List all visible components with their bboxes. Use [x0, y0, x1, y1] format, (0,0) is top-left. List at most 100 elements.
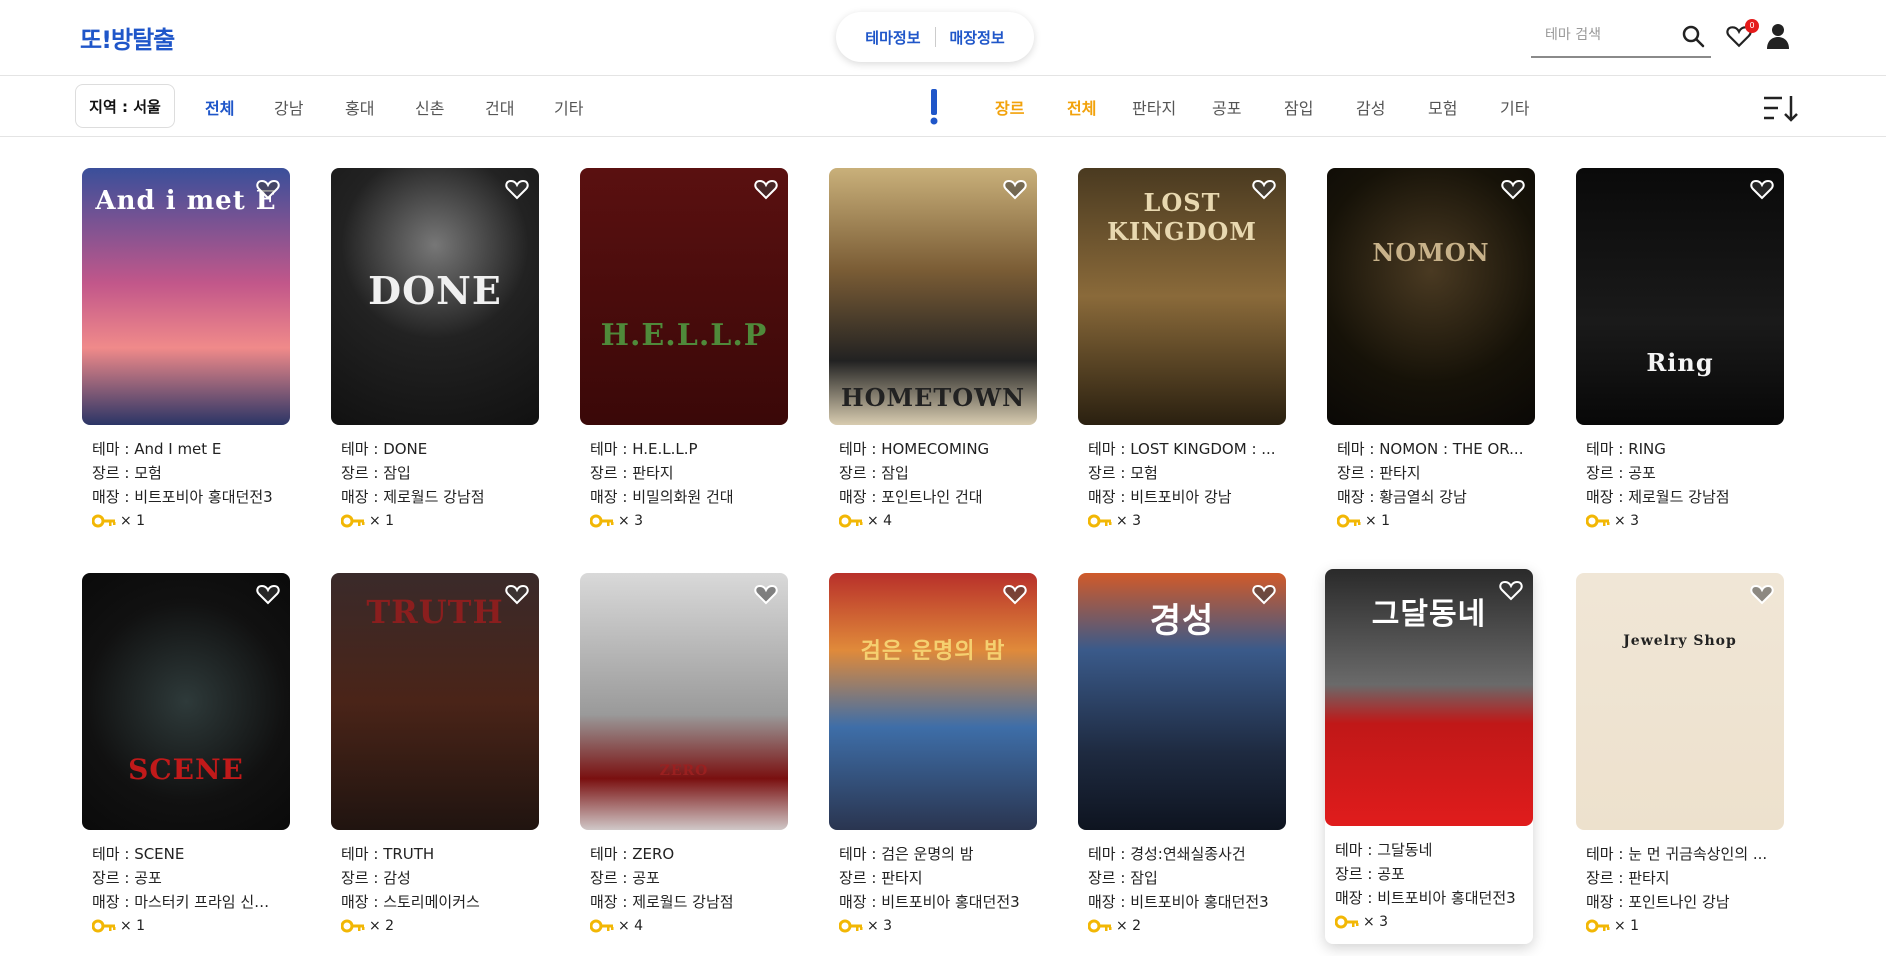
- like-heart-icon[interactable]: [754, 178, 778, 200]
- theme-store: 매장 : 제로월드 강남점: [1586, 488, 1730, 506]
- theme-name[interactable]: 테마 : 경성:연쇄실종사건: [1088, 842, 1276, 866]
- theme-poster[interactable]: DONE: [331, 168, 539, 425]
- theme-card[interactable]: TRUTH 테마 : TRUTH 장르 : 감성 매장 : 스토리메이커스 × …: [331, 573, 539, 938]
- genre-tab-horror[interactable]: 공포: [1212, 95, 1241, 119]
- theme-poster[interactable]: 경성: [1078, 573, 1286, 830]
- theme-card[interactable]: ZERO 테마 : ZERO 장르 : 공포 매장 : 제로월드 강남점 × 4: [580, 573, 788, 938]
- genre-label: 장르: [995, 99, 1025, 118]
- like-heart-icon[interactable]: [1252, 178, 1276, 200]
- top-header: 또!방탈출 테마정보 매장정보 0: [0, 0, 1886, 76]
- like-heart-icon[interactable]: [505, 583, 529, 605]
- site-logo[interactable]: 또!방탈출: [80, 20, 175, 55]
- region-tab-kondae[interactable]: 건대: [485, 95, 514, 119]
- theme-poster[interactable]: Jewelry Shop: [1576, 573, 1784, 830]
- theme-poster[interactable]: NOMON: [1327, 168, 1535, 425]
- theme-card[interactable]: 검은 운명의 밤 테마 : 검은 운명의 밤 장르 : 판타지 매장 : 비트포…: [829, 573, 1037, 938]
- region-tab-etc[interactable]: 기타: [554, 95, 583, 119]
- theme-poster[interactable]: And i met E: [82, 168, 290, 425]
- theme-poster[interactable]: 그달동네: [1325, 569, 1533, 826]
- like-heart-icon[interactable]: [754, 583, 778, 605]
- theme-name[interactable]: 테마 : NOMON : THE OR...: [1337, 437, 1525, 461]
- search-icon[interactable]: [1681, 24, 1705, 48]
- theme-card[interactable]: 그달동네 테마 : 그달동네 장르 : 공포 매장 : 비트포비아 홍대던전3 …: [1325, 569, 1533, 944]
- difficulty-count: × 4: [618, 918, 644, 934]
- theme-poster[interactable]: H.E.L.L.P: [580, 168, 788, 425]
- theme-poster[interactable]: Ring: [1576, 168, 1784, 425]
- like-heart-icon[interactable]: [505, 178, 529, 200]
- poster-title-text: Jewelry Shop: [1623, 633, 1737, 649]
- genre-tab-infiltration[interactable]: 잠입: [1284, 95, 1313, 119]
- like-heart-icon[interactable]: [1252, 583, 1276, 605]
- theme-poster[interactable]: ZERO: [580, 573, 788, 830]
- theme-poster[interactable]: TRUTH: [331, 573, 539, 830]
- theme-info: 테마 : SCENE 장르 : 공포 매장 : 마스터키 프라임 신촌... ×…: [82, 830, 290, 938]
- search-input[interactable]: [1531, 18, 1671, 52]
- like-heart-icon[interactable]: [1750, 583, 1774, 605]
- search-box: [1531, 18, 1711, 58]
- theme-name[interactable]: 테마 : And I met E: [92, 437, 280, 461]
- theme-info: 테마 : LOST KINGDOM : ... 장르 : 모험 매장 : 비트포…: [1078, 425, 1286, 533]
- key-icon: [341, 919, 365, 933]
- theme-name[interactable]: 테마 : RING: [1586, 437, 1774, 461]
- nav-theme-info[interactable]: 테마정보: [851, 27, 934, 48]
- like-heart-icon[interactable]: [1003, 178, 1027, 200]
- genre-tab-adventure[interactable]: 모험: [1428, 95, 1457, 119]
- region-tab-hongdae[interactable]: 홍대: [345, 95, 374, 119]
- theme-name[interactable]: 테마 : LOST KINGDOM : ...: [1088, 437, 1276, 461]
- theme-card[interactable]: DONE 테마 : DONE 장르 : 잠입 매장 : 제로월드 강남점 × 1: [331, 168, 539, 533]
- region-tab-all[interactable]: 전체: [205, 95, 234, 119]
- theme-card[interactable]: H.E.L.L.P 테마 : H.E.L.L.P 장르 : 판타지 매장 : 비…: [580, 168, 788, 533]
- theme-name[interactable]: 테마 : H.E.L.L.P: [590, 437, 778, 461]
- like-heart-icon[interactable]: [1750, 178, 1774, 200]
- poster-title-text: 검은 운명의 밤: [860, 638, 1006, 664]
- like-heart-icon[interactable]: [1003, 583, 1027, 605]
- genre-tab-all[interactable]: 전체: [1067, 95, 1096, 119]
- like-heart-icon[interactable]: [256, 178, 280, 200]
- theme-card[interactable]: Jewelry Shop 테마 : 눈 먼 귀금속상인의 ... 장르 : 판타…: [1576, 573, 1784, 938]
- difficulty-level: × 1: [341, 509, 529, 533]
- like-heart-icon[interactable]: [256, 583, 280, 605]
- theme-genre: 장르 : 공포: [1586, 464, 1656, 482]
- theme-card[interactable]: And i met E 테마 : And I met E 장르 : 모험 매장 …: [82, 168, 290, 533]
- region-select-button[interactable]: 지역 : 서울: [75, 84, 175, 128]
- theme-name[interactable]: 테마 : 검은 운명의 밤: [839, 842, 1027, 866]
- user-icon[interactable]: [1764, 22, 1792, 50]
- nav-store-info[interactable]: 매장정보: [936, 27, 1019, 48]
- poster-title-text: NOMON: [1372, 238, 1490, 267]
- theme-name[interactable]: 테마 : ZERO: [590, 842, 778, 866]
- theme-card[interactable]: HOMETOWN 테마 : HOMECOMING 장르 : 잠입 매장 : 포인…: [829, 168, 1037, 533]
- like-heart-icon[interactable]: [1499, 579, 1523, 601]
- genre-tab-emotional[interactable]: 감성: [1356, 95, 1385, 119]
- theme-card[interactable]: SCENE 테마 : SCENE 장르 : 공포 매장 : 마스터키 프라임 신…: [82, 573, 290, 938]
- theme-poster[interactable]: HOMETOWN: [829, 168, 1037, 425]
- theme-name[interactable]: 테마 : 그달동네: [1335, 838, 1523, 862]
- theme-name[interactable]: 테마 : HOMECOMING: [839, 437, 1027, 461]
- sort-icon[interactable]: [1762, 93, 1798, 123]
- region-tab-sinchon[interactable]: 신촌: [415, 95, 444, 119]
- key-icon: [1088, 514, 1112, 528]
- theme-name[interactable]: 테마 : 눈 먼 귀금속상인의 ...: [1586, 842, 1774, 866]
- theme-poster[interactable]: LOST KINGDOM: [1078, 168, 1286, 425]
- genre-tab-fantasy[interactable]: 판타지: [1132, 95, 1176, 119]
- theme-card[interactable]: Ring 테마 : RING 장르 : 공포 매장 : 제로월드 강남점 × 3: [1576, 168, 1784, 533]
- theme-card[interactable]: NOMON 테마 : NOMON : THE OR... 장르 : 판타지 매장…: [1327, 168, 1535, 533]
- theme-genre: 장르 : 판타지: [1337, 464, 1421, 482]
- theme-name[interactable]: 테마 : TRUTH: [341, 842, 529, 866]
- poster-title-text: ZERO: [659, 763, 709, 779]
- theme-name[interactable]: 테마 : DONE: [341, 437, 529, 461]
- theme-name[interactable]: 테마 : SCENE: [92, 842, 280, 866]
- like-heart-icon[interactable]: [1501, 178, 1525, 200]
- region-tab-gangnam[interactable]: 강남: [274, 95, 303, 119]
- theme-poster[interactable]: 검은 운명의 밤: [829, 573, 1037, 830]
- theme-card[interactable]: LOST KINGDOM 테마 : LOST KINGDOM : ... 장르 …: [1078, 168, 1286, 533]
- genre-tab-etc[interactable]: 기타: [1500, 95, 1529, 119]
- theme-genre: 장르 : 판타지: [839, 869, 923, 887]
- theme-store: 매장 : 비트포비아 홍대던전3: [839, 893, 1020, 911]
- difficulty-level: × 2: [1088, 914, 1276, 938]
- theme-info: 테마 : TRUTH 장르 : 감성 매장 : 스토리메이커스 × 2: [331, 830, 539, 938]
- theme-info: 테마 : RING 장르 : 공포 매장 : 제로월드 강남점 × 3: [1576, 425, 1784, 533]
- theme-card[interactable]: 경성 테마 : 경성:연쇄실종사건 장르 : 잠입 매장 : 비트포비아 홍대던…: [1078, 573, 1286, 938]
- theme-poster[interactable]: SCENE: [82, 573, 290, 830]
- difficulty-level: × 3: [590, 509, 778, 533]
- theme-store: 매장 : 비트포비아 홍대던전3: [92, 488, 273, 506]
